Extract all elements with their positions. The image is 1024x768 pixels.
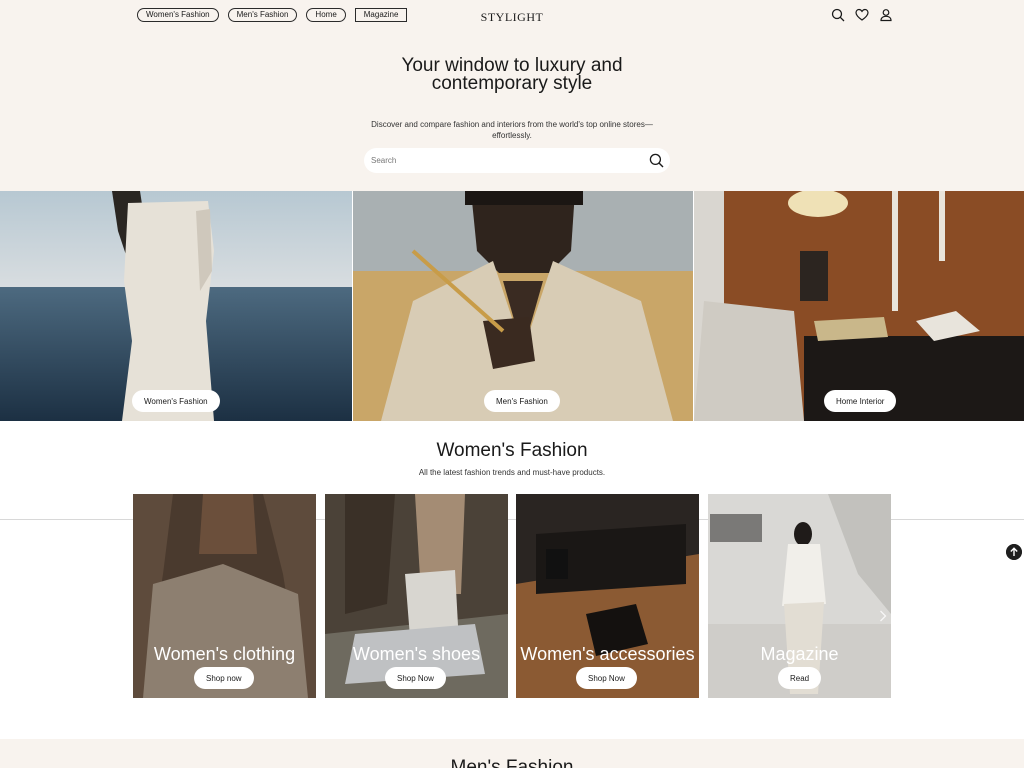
search-icon[interactable] [649,153,664,168]
heart-icon[interactable] [855,8,869,22]
mens-fashion-photo [353,191,693,421]
womens-section-title: Women's Fashion [436,440,588,461]
shop-now-button[interactable]: Shop Now [576,667,637,689]
header-icons [831,8,893,22]
card-title: Women's clothing [153,644,296,664]
hero-section: Women's Fashion Men's Fashion Home Magaz… [0,0,1024,191]
back-to-top-icon[interactable] [1006,544,1022,560]
category-womens-fashion[interactable]: Women's Fashion [0,191,352,421]
chevron-right-icon[interactable] [879,610,887,622]
card-title: Women's accessories [520,644,695,664]
category-womens-fashion-button[interactable]: Women's Fashion [132,390,220,412]
category-home-interior-button[interactable]: Home Interior [824,390,897,412]
mens-section-title: Men's Fashion [450,757,574,768]
category-home-interior[interactable]: Home Interior [694,191,1024,421]
card-magazine[interactable]: Magazine Read [708,494,891,698]
womens-section-subtitle: All the latest fashion trends and must-h… [418,468,606,477]
read-button[interactable]: Read [778,667,822,689]
home-interior-photo [694,191,1024,421]
user-icon[interactable] [879,8,893,22]
card-title: Women's shoes [352,644,481,664]
card-womens-accessories[interactable]: Women's accessories Shop Now [516,494,699,698]
hero-subtitle: Discover and compare fashion and interio… [362,119,662,141]
card-womens-clothing[interactable]: Women's clothing Shop now [133,494,316,698]
hero-title-line-2: contemporary style [431,73,593,94]
womens-fashion-photo [0,191,352,421]
card-title: Magazine [760,644,839,664]
shop-now-button[interactable]: Shop Now [385,667,446,689]
card-womens-shoes[interactable]: Women's shoes Shop Now [325,494,508,698]
hero-subtitle-line-2: effortlessly. [492,131,532,140]
search-input[interactable] [371,154,631,167]
shop-now-button[interactable]: Shop now [194,667,254,689]
category-mens-fashion-button[interactable]: Men's Fashion [484,390,560,412]
hero-subtitle-line-1: Discover and compare fashion and interio… [371,120,653,129]
category-mens-fashion[interactable]: Men's Fashion [353,191,693,421]
search-bar [364,148,670,173]
category-banners: Women's Fashion Men's Fashion Home Inter… [0,191,1024,421]
hero-title: Your window to luxury and contemporary s… [362,56,662,94]
search-icon[interactable] [831,8,845,22]
